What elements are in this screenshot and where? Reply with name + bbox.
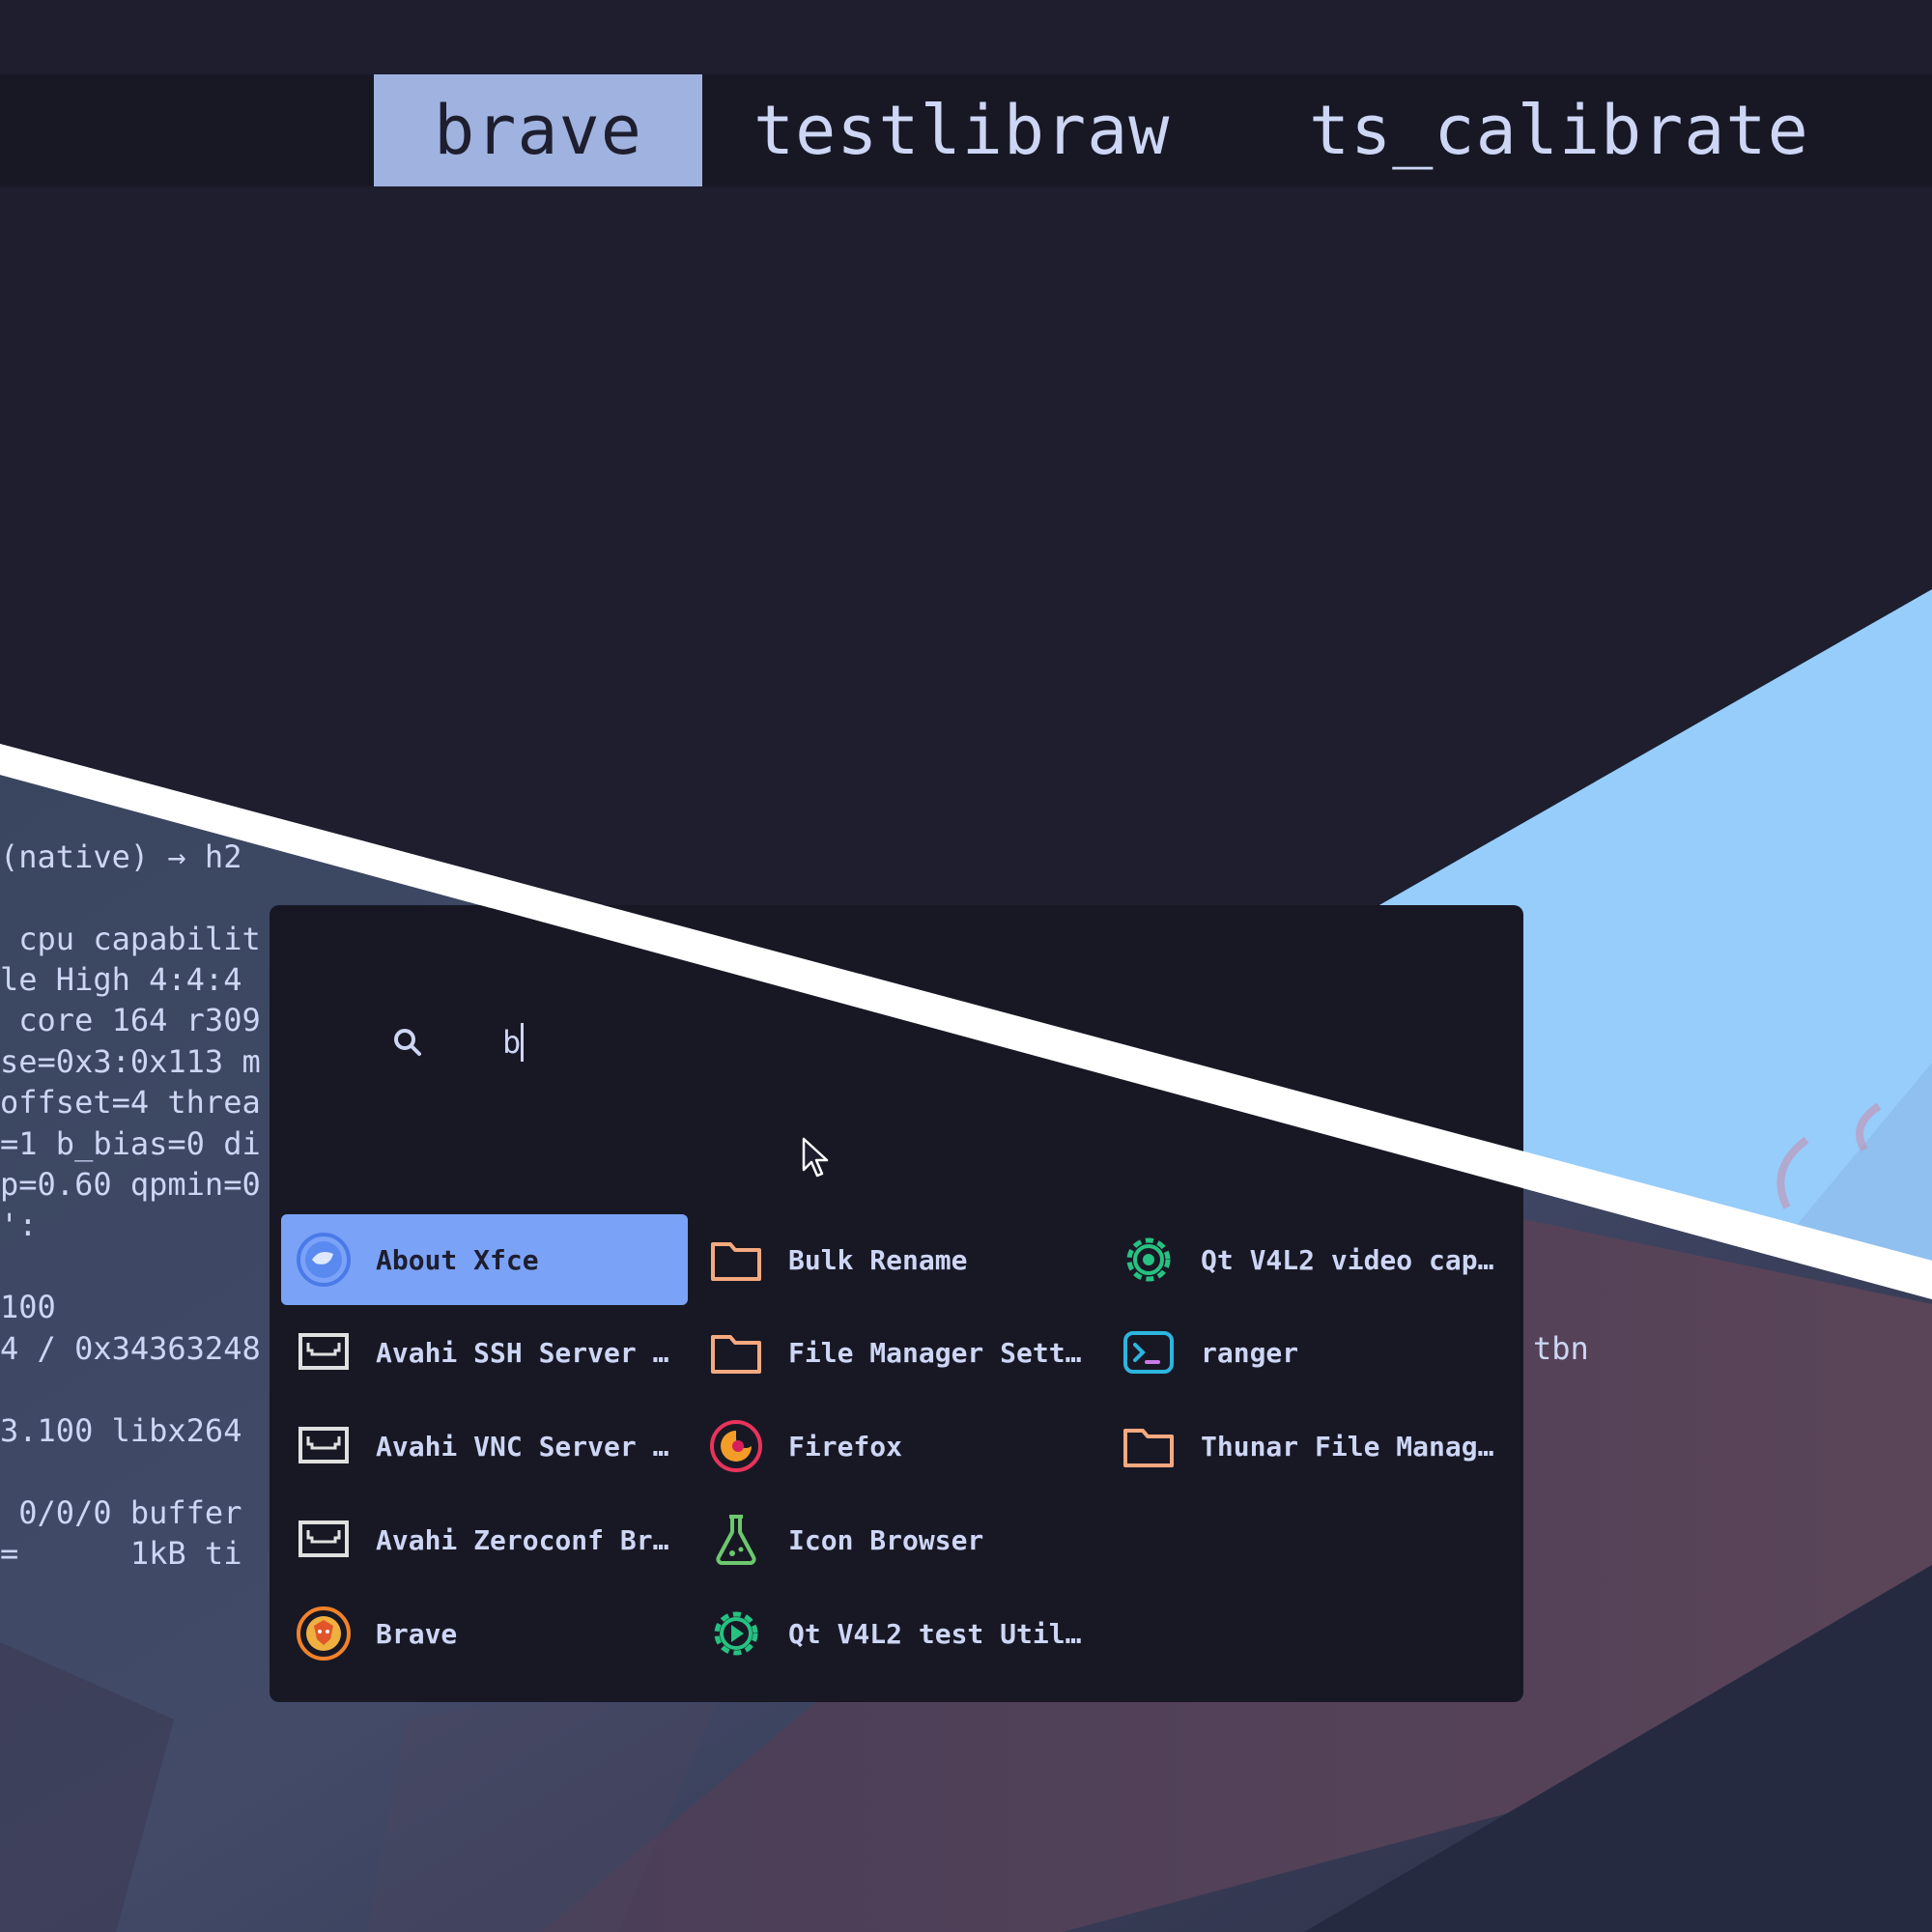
text-cursor: [521, 1023, 524, 1062]
app-item-label: Avahi Zeroconf Br…: [376, 1523, 669, 1556]
app-item-label: Avahi VNC Server …: [376, 1430, 669, 1463]
app-item-label: Avahi SSH Server …: [376, 1336, 669, 1369]
gear-camera-icon: [1126, 1237, 1171, 1282]
app-item-label: Firefox: [788, 1430, 903, 1463]
app-item-ranger[interactable]: ranger: [1106, 1307, 1513, 1398]
app-item-icon-browser[interactable]: Icon Browser: [694, 1494, 1100, 1585]
terminal-line: p=0.60 qpmin=0: [0, 1166, 261, 1203]
app-item-label: Brave: [376, 1617, 458, 1650]
xfce-mouse-icon: [297, 1233, 351, 1287]
terminal-line: 3.100 libx264: [0, 1412, 242, 1449]
firefox-icon: [710, 1420, 762, 1472]
gear-play-icon: [714, 1611, 758, 1656]
app-item-firefox[interactable]: Firefox: [694, 1401, 1100, 1492]
terminal-icon: [1123, 1331, 1174, 1374]
terminal-line: offset=4 threa: [0, 1084, 261, 1121]
app-item-label: Icon Browser: [788, 1523, 984, 1556]
terminal-line: le High 4:4:4: [0, 961, 242, 998]
app-item-label: File Manager Sett…: [788, 1336, 1082, 1369]
app-item-avahi-ssh[interactable]: Avahi SSH Server …: [281, 1307, 688, 1398]
app-item-label: Bulk Rename: [788, 1243, 968, 1276]
network-port-icon: [298, 1427, 349, 1463]
folder-icon: [711, 1335, 761, 1374]
folder-icon: [1123, 1429, 1174, 1467]
app-item-qt-v4l2-test[interactable]: Qt V4L2 test Util…: [694, 1588, 1100, 1679]
terminal-line: = 1kB ti: [0, 1535, 242, 1572]
app-item-file-manager-settings[interactable]: File Manager Sett…: [694, 1307, 1100, 1398]
app-item-avahi-zeroconf[interactable]: Avahi Zeroconf Br…: [281, 1494, 688, 1585]
app-item-bulk-rename[interactable]: Bulk Rename: [694, 1214, 1100, 1305]
app-item-qt-v4l2-video-capture[interactable]: Qt V4L2 video cap…: [1106, 1214, 1513, 1305]
flask-icon: [716, 1515, 756, 1565]
terminal-line: 4 / 0x34363248: [0, 1330, 261, 1367]
terminal-line: 100: [0, 1289, 56, 1325]
app-item-label: Thunar File Manag…: [1201, 1430, 1494, 1463]
search-icon: [394, 1029, 421, 1056]
top-bar-item-ts-calibrate[interactable]: ts_calibrate: [1309, 74, 1809, 186]
network-port-icon: [298, 1520, 349, 1557]
top-bar-item-testlibraw[interactable]: testlibraw: [753, 74, 1170, 186]
terminal-line: core 164 r309: [0, 1002, 261, 1038]
app-item-label: Qt V4L2 video cap…: [1201, 1243, 1494, 1276]
app-item-label: Qt V4L2 test Util…: [788, 1617, 1082, 1650]
top-bar-item-brave[interactable]: brave: [374, 74, 702, 186]
app-item-about-xfce[interactable]: About Xfce: [281, 1214, 688, 1305]
mouse-pointer-icon: [802, 1137, 829, 1178]
network-port-icon: [298, 1333, 349, 1370]
terminal-line: (native) → h2: [0, 838, 242, 875]
terminal-line: ':: [0, 1207, 38, 1243]
terminal-line: se=0x3:0x113 m: [0, 1043, 261, 1080]
terminal-line: cpu capabilit: [0, 921, 261, 957]
app-item-label: About Xfce: [376, 1243, 539, 1276]
terminal-line: 0/0/0 buffer: [0, 1494, 242, 1531]
app-item-thunar[interactable]: Thunar File Manag…: [1106, 1401, 1513, 1492]
terminal-line: =1 b_bias=0 di: [0, 1125, 261, 1162]
app-item-brave[interactable]: Brave: [281, 1588, 688, 1679]
folder-icon: [711, 1242, 761, 1281]
app-item-label: ranger: [1201, 1336, 1299, 1369]
terminal-fragment: tbn: [1533, 1330, 1589, 1367]
app-item-avahi-vnc[interactable]: Avahi VNC Server …: [281, 1401, 688, 1492]
launcher-search-input[interactable]: [502, 1020, 889, 1065]
brave-lion-icon: [297, 1606, 351, 1661]
